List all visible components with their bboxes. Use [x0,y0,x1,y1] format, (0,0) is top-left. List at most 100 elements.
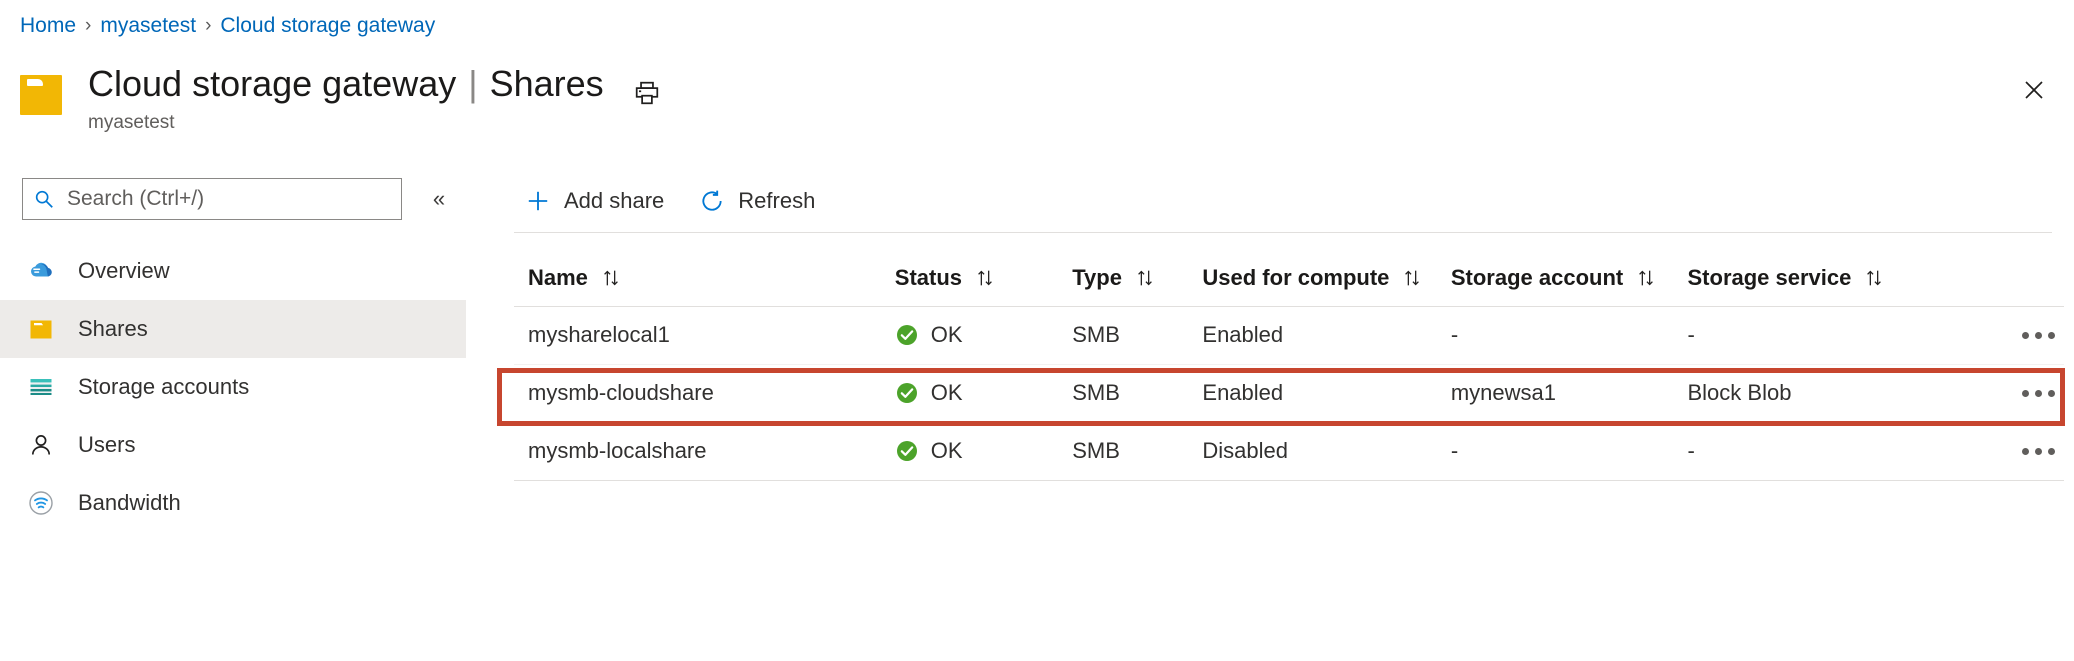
cell-status: OK [881,422,1058,480]
sidebar-item-storage-accounts[interactable]: Storage accounts [0,358,466,416]
column-label: Storage account [1451,265,1623,291]
bandwidth-icon [26,488,56,518]
page-title-resource: Cloud storage gateway [88,62,456,106]
breadcrumb-item-home[interactable]: Home [20,14,76,38]
breadcrumb-separator: › [205,15,211,37]
chevron-double-left-icon[interactable]: « [424,184,454,214]
sidebar: « Overview [0,170,466,661]
sidebar-item-label: Users [78,432,135,458]
sort-updown-icon[interactable] [1635,267,1657,289]
cell-storage-account: mynewsa1 [1437,364,1674,422]
check-circle-icon [895,439,919,463]
cell-type: SMB [1058,306,1188,364]
storage-account-icon [26,372,56,402]
cell-name: mysmb-localshare [514,422,881,480]
sidebar-item-label: Bandwidth [78,490,181,516]
shares-table: Name Status [514,250,2064,481]
sidebar-item-label: Overview [78,258,170,284]
ellipsis-icon[interactable] [2012,318,2064,352]
sort-updown-icon[interactable] [1401,267,1423,289]
sort-updown-icon[interactable] [1134,267,1156,289]
cell-used-for-compute: Enabled [1188,306,1436,364]
ellipsis-icon[interactable] [2012,434,2064,468]
breadcrumb-item-cloud-storage-gateway[interactable]: Cloud storage gateway [220,14,435,38]
sidebar-item-users[interactable]: Users [0,416,466,474]
command-bar: Add share Refresh [500,170,2074,232]
search-icon [33,188,55,210]
column-header-actions [1910,250,2064,306]
status-label: OK [931,322,963,348]
search-input[interactable] [65,186,391,212]
table-row[interactable]: mysmb-cloudshare OK [514,364,2064,422]
cell-type: SMB [1058,422,1188,480]
column-header-storage-service[interactable]: Storage service [1674,250,1911,306]
column-label: Storage service [1688,265,1852,291]
close-icon[interactable] [2016,72,2052,108]
column-header-name[interactable]: Name [514,250,881,306]
sidebar-item-bandwidth[interactable]: Bandwidth [0,474,466,532]
breadcrumb-item-myasetest[interactable]: myasetest [100,14,196,38]
column-label: Type [1072,265,1122,291]
sidebar-nav: Overview Shares [0,242,466,532]
sort-updown-icon[interactable] [600,267,622,289]
cell-type: SMB [1058,364,1188,422]
page-title: Cloud storage gateway | Shares [88,62,604,106]
sort-updown-icon[interactable] [974,267,996,289]
page-header: Cloud storage gateway | Shares myasetest [20,62,664,134]
table-row[interactable]: mysharelocal1 OK [514,306,2064,364]
status-label: OK [931,380,963,406]
user-icon [26,430,56,460]
search-input-container[interactable] [22,178,402,220]
cell-actions [1910,364,2064,422]
page-title-divider: | [468,62,477,106]
check-circle-icon [895,323,919,347]
sidebar-item-shares[interactable]: Shares [0,300,466,358]
cell-actions [1910,306,2064,364]
cell-storage-account: - [1437,306,1674,364]
page-title-section: Shares [490,62,604,106]
cell-name: mysmb-cloudshare [514,364,881,422]
column-label: Used for compute [1202,265,1389,291]
table-row[interactable]: mysmb-localshare OK [514,422,2064,480]
folder-icon [26,314,56,344]
column-header-type[interactable]: Type [1058,250,1188,306]
azure-portal-shares-blade: Home › myasetest › Cloud storage gateway… [0,0,2074,661]
cloud-icon [26,256,56,286]
cell-name: mysharelocal1 [514,306,881,364]
column-label: Name [528,265,588,291]
cell-storage-service: - [1674,422,1911,480]
cell-storage-account: - [1437,422,1674,480]
breadcrumb-separator: › [85,15,91,37]
add-share-label: Add share [564,188,664,214]
main-content: Add share Refresh [500,170,2074,661]
sidebar-item-overview[interactable]: Overview [0,242,466,300]
add-share-button[interactable]: Add share [514,180,674,222]
plus-icon [524,187,552,215]
breadcrumb: Home › myasetest › Cloud storage gateway [20,12,435,40]
cell-actions [1910,422,2064,480]
cell-status: OK [881,364,1058,422]
table-header-row: Name Status [514,250,2064,306]
column-header-used-for-compute[interactable]: Used for compute [1188,250,1436,306]
print-icon[interactable] [630,78,664,108]
folder-icon [20,73,66,115]
cell-storage-service: - [1674,306,1911,364]
sort-updown-icon[interactable] [1863,267,1885,289]
sidebar-item-label: Storage accounts [78,374,249,400]
refresh-label: Refresh [738,188,815,214]
command-bar-divider [514,232,2052,233]
page-subtitle: myasetest [88,112,604,134]
sidebar-search-row: « [22,178,454,220]
sidebar-item-label: Shares [78,316,148,342]
check-circle-icon [895,381,919,405]
cell-status: OK [881,306,1058,364]
refresh-button[interactable]: Refresh [688,180,825,222]
column-header-storage-account[interactable]: Storage account [1437,250,1674,306]
cell-used-for-compute: Enabled [1188,364,1436,422]
cell-storage-service: Block Blob [1674,364,1911,422]
shares-table-container: Name Status [514,250,2064,481]
ellipsis-icon[interactable] [2012,376,2064,410]
status-label: OK [931,438,963,464]
refresh-icon [698,187,726,215]
column-header-status[interactable]: Status [881,250,1058,306]
